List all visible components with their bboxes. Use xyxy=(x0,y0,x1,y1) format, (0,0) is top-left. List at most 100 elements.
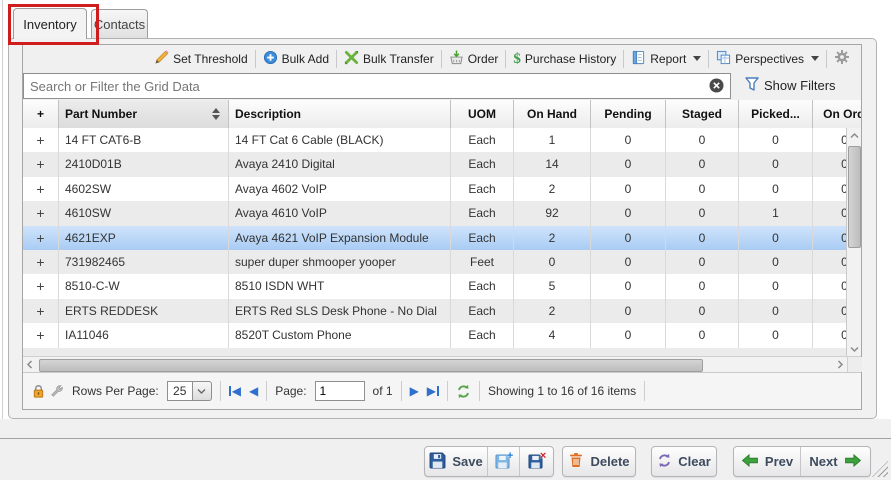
report-button[interactable]: Report xyxy=(624,47,708,71)
rows-per-page-select[interactable]: 25 xyxy=(167,381,212,401)
delete-button[interactable]: Delete xyxy=(562,446,636,477)
vertical-scrollbar[interactable] xyxy=(846,128,861,356)
row-expander-icon[interactable]: + xyxy=(23,299,59,323)
header-on-hand[interactable]: On Hand xyxy=(514,100,591,128)
save-and-new-button[interactable]: + xyxy=(488,447,520,476)
cell-description: ERTS Red SLS Desk Phone - No Dial xyxy=(229,299,451,323)
previous-page-button[interactable]: ◀ xyxy=(249,384,258,398)
cell-pending: 0 xyxy=(591,274,666,298)
table-row[interactable]: + 4602SW Avaya 4602 VoIP Each 2 0 0 0 0 xyxy=(23,177,846,201)
row-expander-icon[interactable]: + xyxy=(23,201,59,225)
first-page-button[interactable]: ◀ xyxy=(229,384,241,398)
table-row-selected[interactable]: + 4621EXP Avaya 4621 VoIP Expansion Modu… xyxy=(23,226,846,250)
header-staged[interactable]: Staged xyxy=(666,100,739,128)
search-input[interactable] xyxy=(23,73,731,99)
purchase-history-button[interactable]: $ Purchase History xyxy=(506,47,623,71)
table-row[interactable]: + 4610SW Avaya 4610 VoIP Each 92 0 0 1 0 xyxy=(23,201,846,225)
cell-pending: 0 xyxy=(591,226,666,250)
header-on-order[interactable]: On Order xyxy=(813,100,861,128)
scroll-right-icon[interactable] xyxy=(833,357,847,372)
next-page-button[interactable]: ▶ xyxy=(410,384,419,398)
tab-contacts[interactable]: Contacts xyxy=(91,9,148,38)
table-row[interactable]: + 14 FT CAT6-B 14 FT Cat 6 Cable (BLACK)… xyxy=(23,128,846,152)
partial-row xyxy=(23,348,846,356)
header-picked[interactable]: Picked... xyxy=(739,100,813,128)
save-button[interactable]: Save xyxy=(425,447,488,476)
cell-picked: 0 xyxy=(739,152,813,176)
cell-uom: Each xyxy=(451,323,514,347)
show-filters-button[interactable]: Show Filters xyxy=(745,77,836,94)
clear-search-icon[interactable] xyxy=(709,78,724,93)
save-label: Save xyxy=(452,454,482,469)
header-part-number[interactable]: Part Number xyxy=(59,100,229,128)
row-expander-icon[interactable]: + xyxy=(23,250,59,274)
lock-icon[interactable] xyxy=(31,384,46,399)
table-row[interactable]: + ERTS REDDESK ERTS Red SLS Desk Phone -… xyxy=(23,299,846,323)
row-expander-icon[interactable]: + xyxy=(23,323,59,347)
horizontal-scrollbar-thumb[interactable] xyxy=(39,359,703,372)
table-row[interactable]: + 8510-C-W 8510 ISDN WHT Each 5 0 0 0 0 xyxy=(23,274,846,298)
table-row[interactable]: + 2410D01B Avaya 2410 Digital Each 14 0 … xyxy=(23,152,846,176)
save-floppy-icon xyxy=(429,452,446,472)
cell-staged: 0 xyxy=(666,201,739,225)
cell-pending: 0 xyxy=(591,128,666,152)
table-row[interactable]: + 731982465 super duper shmooper yooper … xyxy=(23,250,846,274)
cell-description: Avaya 4621 VoIP Expansion Module xyxy=(229,226,451,250)
horizontal-scrollbar[interactable] xyxy=(23,356,861,372)
cell-part-number: 14 FT CAT6-B xyxy=(59,128,229,152)
next-button[interactable]: Next xyxy=(801,447,870,476)
cell-staged: 0 xyxy=(666,299,739,323)
set-threshold-button[interactable]: Set Threshold xyxy=(147,47,255,71)
select-chevron-icon[interactable] xyxy=(193,381,212,401)
prev-button[interactable]: Prev xyxy=(734,447,801,476)
row-expander-icon[interactable]: + xyxy=(23,177,59,201)
last-page-button[interactable]: ▶ xyxy=(427,384,439,398)
table-row[interactable]: + IA11046 8520T Custom Phone Each 4 0 0 … xyxy=(23,323,846,347)
header-part-number-label: Part Number xyxy=(65,107,137,121)
page-number-input[interactable] xyxy=(315,381,365,401)
window-border xyxy=(2,0,3,480)
annotation-highlight-box xyxy=(8,4,99,45)
cell-on-hand: 2 xyxy=(514,299,591,323)
add-circle-icon xyxy=(263,50,278,68)
grid-toolbar: Set Threshold Bulk Add Bulk Transfer Ord… xyxy=(23,45,861,72)
bulk-add-button[interactable]: Bulk Add xyxy=(256,47,336,71)
cell-on-hand: 5 xyxy=(514,274,591,298)
scroll-left-icon[interactable] xyxy=(23,357,37,372)
cell-staged: 0 xyxy=(666,323,739,347)
vertical-scrollbar-thumb[interactable] xyxy=(848,146,861,248)
rows-per-page-label: Rows Per Page: xyxy=(72,384,159,398)
cell-part-number: 2410D01B xyxy=(59,152,229,176)
trash-icon xyxy=(568,452,584,471)
save-and-close-button[interactable]: × xyxy=(520,447,553,476)
cell-description: Avaya 2410 Digital xyxy=(229,152,451,176)
order-label: Order xyxy=(468,52,499,66)
order-button[interactable]: Order xyxy=(442,47,506,71)
refresh-icon[interactable] xyxy=(456,384,471,399)
header-uom[interactable]: UOM xyxy=(451,100,514,128)
grid-settings-button[interactable] xyxy=(827,47,857,71)
perspectives-label: Perspectives xyxy=(735,52,804,66)
header-expander[interactable]: + xyxy=(23,100,59,128)
scroll-up-icon[interactable] xyxy=(847,128,861,143)
cell-pending: 0 xyxy=(591,323,666,347)
row-expander-icon[interactable]: + xyxy=(23,128,59,152)
cell-on-order: 0 xyxy=(813,201,846,225)
set-threshold-label: Set Threshold xyxy=(173,52,248,66)
row-expander-icon[interactable]: + xyxy=(23,226,59,250)
cell-on-order: 0 xyxy=(813,323,846,347)
header-pending[interactable]: Pending xyxy=(591,100,666,128)
pager-separator xyxy=(220,381,221,401)
cell-part-number: 731982465 xyxy=(59,250,229,274)
perspectives-button[interactable]: Perspectives xyxy=(709,47,826,71)
row-expander-icon[interactable]: + xyxy=(23,274,59,298)
page-label: Page: xyxy=(275,384,306,398)
row-expander-icon[interactable]: + xyxy=(23,152,59,176)
bulk-transfer-button[interactable]: Bulk Transfer xyxy=(337,47,441,71)
app-window: Inventory Contacts Set Threshold Bulk Ad… xyxy=(0,0,891,480)
clear-button[interactable]: Clear xyxy=(651,446,717,477)
scroll-down-icon[interactable] xyxy=(847,341,861,356)
cell-pending: 0 xyxy=(591,299,666,323)
wrench-icon[interactable] xyxy=(50,384,64,398)
header-description[interactable]: Description xyxy=(229,100,451,128)
